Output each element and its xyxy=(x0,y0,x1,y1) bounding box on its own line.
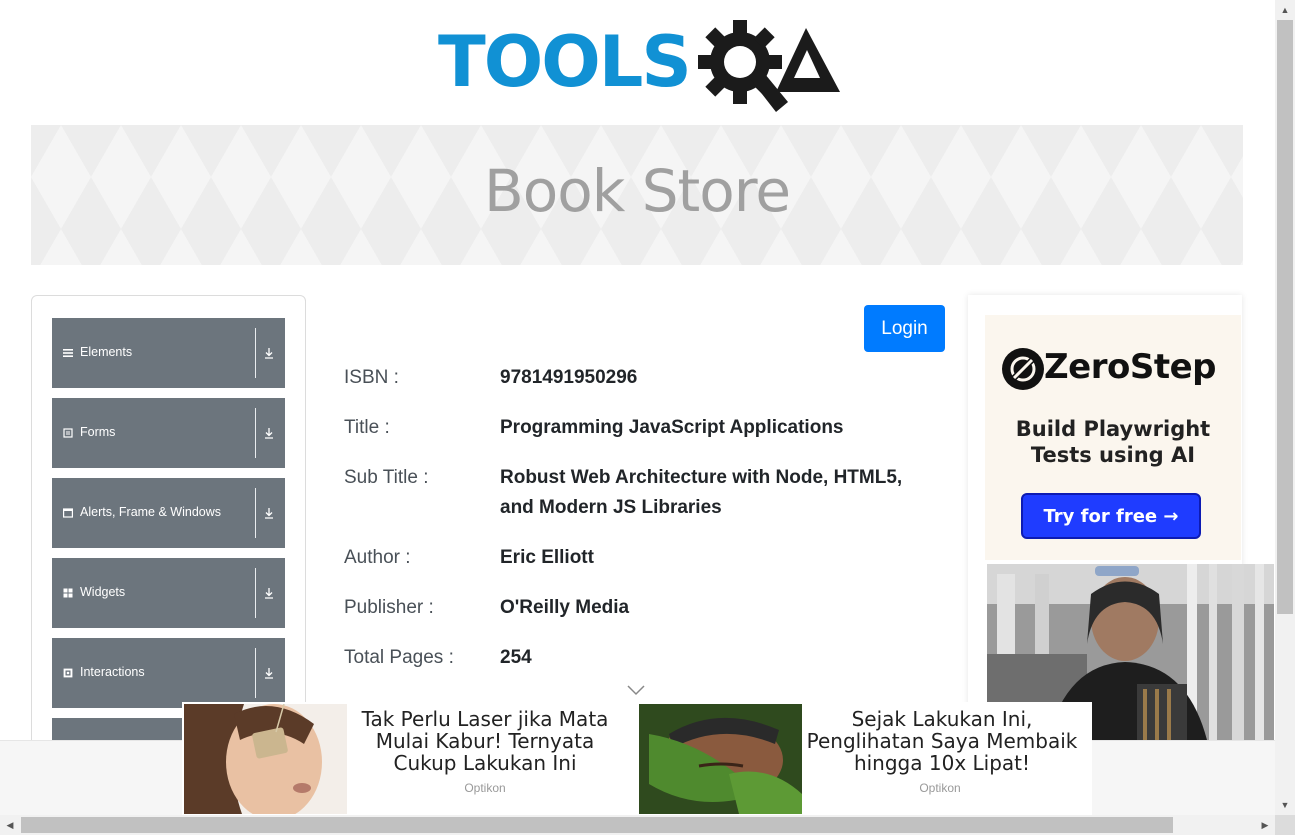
vertical-scroll-thumb[interactable] xyxy=(1277,20,1293,614)
title-label: Title : xyxy=(344,417,390,438)
gear-icon xyxy=(698,20,788,112)
divider xyxy=(255,648,256,698)
scroll-left-icon[interactable]: ◀ xyxy=(0,815,20,835)
download-arrow-icon xyxy=(265,348,273,359)
sidebar-item-widgets[interactable]: Widgets xyxy=(52,558,285,628)
scrollbar-corner xyxy=(1275,815,1295,835)
sidebar-item-label: Widgets xyxy=(80,585,126,599)
ad-image-eye-mask[interactable] xyxy=(184,704,347,814)
zerostep-brand: ZeroStep xyxy=(1044,347,1216,387)
horizontal-scrollbar[interactable]: ◀ ▶ xyxy=(0,815,1275,835)
zerostep-logo-icon xyxy=(1002,348,1044,390)
divider xyxy=(255,488,256,538)
horizontal-scroll-thumb[interactable] xyxy=(21,817,1173,833)
divider xyxy=(255,408,256,458)
download-arrow-icon xyxy=(265,428,273,439)
download-arrow-icon xyxy=(265,588,273,599)
download-arrow-icon xyxy=(265,508,273,519)
widgets-icon xyxy=(63,588,73,598)
ad-illustration xyxy=(639,704,802,814)
author-value: Eric Elliott xyxy=(500,547,594,568)
sidebar-item-label: Elements xyxy=(80,345,133,359)
sidebar-item-label: Forms xyxy=(80,425,116,439)
author-label: Author : xyxy=(344,547,411,568)
sidebar-item-alerts-frame-windows[interactable]: Alerts, Frame & Windows xyxy=(52,478,285,548)
sidebar-item-forms[interactable]: Forms xyxy=(52,398,285,468)
scroll-up-icon[interactable]: ▲ xyxy=(1275,0,1295,20)
vertical-scrollbar[interactable]: ▲ ▼ xyxy=(1275,0,1295,815)
download-arrow-icon xyxy=(265,668,273,679)
page-viewport: TOOLS Book Store Elements Forms Alerts, … xyxy=(0,0,1275,815)
ad-headline-2[interactable]: Sejak Lakukan Ini, Penglihatan Saya Memb… xyxy=(802,708,1082,774)
ad-headline-1[interactable]: Tak Perlu Laser jika Mata Mulai Kabur! T… xyxy=(345,708,625,774)
isbn-value: 9781491950296 xyxy=(500,367,638,388)
toolsqa-logo[interactable]: TOOLS xyxy=(438,18,840,114)
total-pages-label: Total Pages : xyxy=(344,647,454,668)
interactions-icon xyxy=(63,668,73,678)
chevron-down-icon[interactable] xyxy=(627,684,645,696)
title-value: Programming JavaScript Applications xyxy=(500,417,844,438)
window-icon xyxy=(63,508,73,518)
sidebar-item-label: Alerts, Frame & Windows xyxy=(80,505,222,519)
bottom-advertisement[interactable]: Tak Perlu Laser jika Mata Mulai Kabur! T… xyxy=(182,702,1092,815)
subtitle-value: Robust Web Architecture with Node, HTML5… xyxy=(500,467,903,518)
zerostep-tagline: Build Playwright Tests using AI xyxy=(1015,417,1211,467)
total-pages-value: 254 xyxy=(500,647,532,668)
sidebar-item-label: Interactions xyxy=(80,665,145,679)
sidebar-item-interactions[interactable]: Interactions xyxy=(52,638,285,708)
page-title: Book Store xyxy=(483,157,791,225)
logo-letter-a-icon xyxy=(776,28,840,92)
list-icon xyxy=(63,349,73,357)
ad-source-2: Optikon xyxy=(919,781,961,795)
try-for-free-button[interactable]: Try for free → xyxy=(1021,493,1201,539)
divider xyxy=(255,328,256,378)
ad-illustration xyxy=(184,704,347,814)
side-advertisement[interactable]: ZeroStep Build Playwright Tests using AI… xyxy=(968,295,1274,740)
ad-image-man-leaf[interactable] xyxy=(639,704,802,814)
form-icon xyxy=(63,428,73,438)
divider xyxy=(255,568,256,618)
publisher-label: Publisher : xyxy=(344,597,434,618)
zerostep-ad-card: ZeroStep Build Playwright Tests using AI… xyxy=(985,315,1241,560)
ad-source-1: Optikon xyxy=(464,781,506,795)
scroll-down-icon[interactable]: ▼ xyxy=(1275,795,1295,815)
login-button[interactable]: Login xyxy=(864,305,945,352)
publisher-value: O'Reilly Media xyxy=(500,597,630,618)
isbn-label: ISBN : xyxy=(344,367,399,388)
scroll-right-icon[interactable]: ▶ xyxy=(1255,815,1275,835)
subtitle-label: Sub Title : xyxy=(344,467,429,488)
logo-text: TOOLS xyxy=(438,21,692,103)
sidebar-item-elements[interactable]: Elements xyxy=(52,318,285,388)
page-banner: Book Store xyxy=(31,125,1243,265)
